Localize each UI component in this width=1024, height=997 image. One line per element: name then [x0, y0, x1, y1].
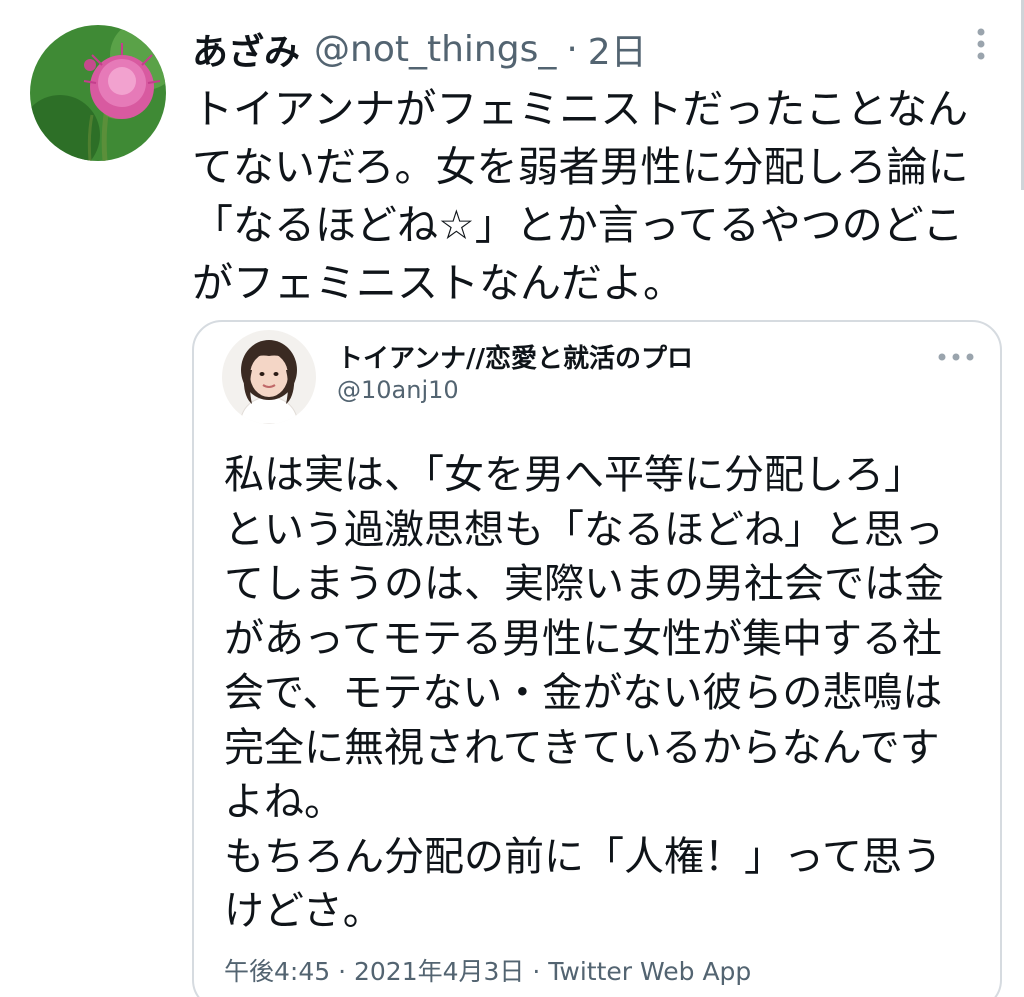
- quoted-tweet-text: 私は実は、「女を男へ平等に分配しろ」 という過激思想も「なるほどね」と思っ てし…: [224, 452, 944, 934]
- quoted-author-name[interactable]: トイアンナ//恋愛と就活のプロ: [337, 338, 693, 375]
- author-handle[interactable]: @not_things_: [314, 29, 556, 70]
- more-vertical-icon[interactable]: [966, 26, 996, 62]
- tweet-time[interactable]: 2日: [588, 23, 647, 75]
- tweet-header: あざみ @not_things_ · 2日: [192, 24, 647, 74]
- quoted-tweet-meta[interactable]: 午後4:45 · 2021年4月3日 · Twitter Web App: [224, 952, 751, 988]
- author-avatar[interactable]: [30, 25, 166, 161]
- thistle-flower-icon: [30, 25, 166, 161]
- separator-dot: ·: [566, 28, 578, 70]
- author-name[interactable]: あざみ: [192, 23, 300, 75]
- woman-portrait-icon: [222, 330, 316, 424]
- quoted-tweet[interactable]: トイアンナ//恋愛と就活のプロ @10anj10 私は実は、「女を男へ平等に分配…: [192, 320, 1002, 997]
- quoted-author-avatar[interactable]: [222, 330, 316, 424]
- more-horizontal-icon[interactable]: [936, 348, 976, 361]
- tweet-text: トイアンナがフェミニストだったことなん てないだろ。女を弱者男性に分配しろ論に …: [192, 85, 969, 307]
- tweet: あざみ @not_things_ · 2日 トイアンナがフェミニストだったことな…: [0, 0, 1024, 997]
- quoted-author-handle[interactable]: @10anj10: [337, 376, 459, 404]
